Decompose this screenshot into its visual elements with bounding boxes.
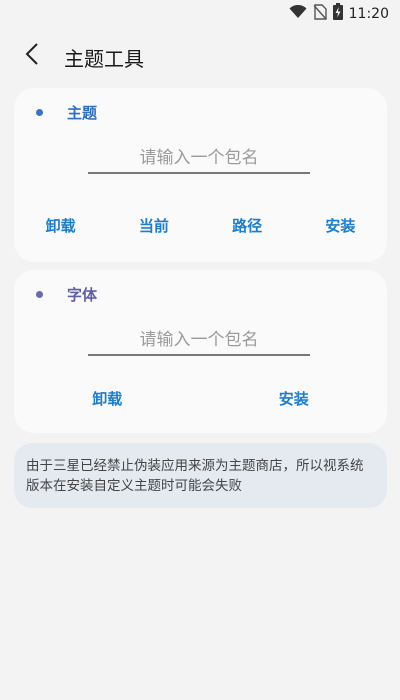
back-button[interactable] [18,42,46,70]
theme-card: 主题 卸载 当前 路径 安装 [14,88,387,262]
theme-package-input-wrap [88,144,310,174]
font-card-label: 字体 [67,286,98,304]
theme-card-header: 主题 [36,102,97,123]
bullet-dot-icon [36,109,43,116]
no-sim-icon [313,3,327,24]
status-clock: 11:20 [348,5,389,22]
font-card: 字体 卸载 安装 [14,270,387,433]
page-title: 主题工具 [64,47,144,71]
theme-path-button[interactable]: 路径 [201,215,294,239]
theme-package-input[interactable] [88,144,310,172]
chevron-left-icon [25,43,39,69]
bullet-dot-icon [36,291,43,298]
font-package-input[interactable] [88,326,310,354]
font-card-header: 字体 [36,284,97,305]
font-package-input-wrap [88,326,310,356]
battery-charging-icon [332,3,343,24]
theme-card-label: 主题 [67,104,98,122]
notice-box: 由于三星已经禁止伪装应用来源为主题商店，所以视系统版本在安装自定义主题时可能会失… [14,443,387,508]
font-button-row: 卸载 安装 [14,388,387,412]
theme-uninstall-button[interactable]: 卸载 [14,215,107,239]
font-install-button[interactable]: 安装 [201,388,388,412]
wifi-icon [289,4,307,23]
status-icons: 11:20 [289,3,389,24]
status-bar: 11:20 [0,0,400,26]
theme-install-button[interactable]: 安装 [294,215,387,239]
theme-current-button[interactable]: 当前 [107,215,200,239]
app-bar: 主题工具 [0,34,400,78]
theme-button-row: 卸载 当前 路径 安装 [14,215,387,239]
notice-text: 由于三星已经禁止伪装应用来源为主题商店，所以视系统版本在安装自定义主题时可能会失… [26,458,364,494]
font-uninstall-button[interactable]: 卸载 [14,388,201,412]
